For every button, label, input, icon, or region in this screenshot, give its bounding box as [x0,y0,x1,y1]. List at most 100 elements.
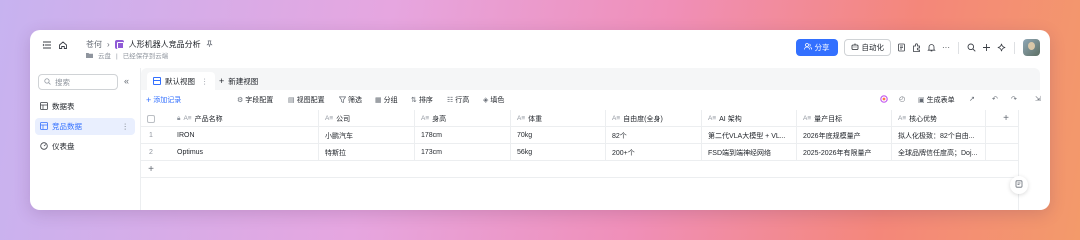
text-field-icon: A≡ [325,115,334,122]
avatar[interactable] [1023,39,1040,56]
divider [958,41,959,54]
column-header-company[interactable]: A≡ 公司 [319,110,415,127]
table-cell[interactable]: 173cm [415,144,511,161]
ai-assistant-button[interactable] [880,95,888,105]
generate-form-button[interactable]: ▣ 生成表单 [918,95,955,105]
sidebar-item-competitor-data[interactable]: 竞品数据 ⋮ [35,118,135,135]
column-header-product[interactable]: 🔒︎ A≡ 产品名称 [161,110,319,127]
gear-icon: ⚙ [237,97,244,104]
share-view-button[interactable]: ↗ [969,95,975,103]
table-cell[interactable]: 56kg [511,144,606,161]
plus-icon: + [219,76,225,86]
group-button[interactable]: ▦ 分组 [375,95,398,105]
checkbox[interactable] [147,114,155,123]
top-bar: 苍何 › 人形机器人竞品分析 云盘 | 已经保存到云端 分享 自动化 ··· [30,30,1050,68]
column-header-mass-production[interactable]: A≡ 量产目标 [797,110,892,127]
view-config-button[interactable]: ▤ 视图配置 [288,95,325,105]
table-cell[interactable]: 特斯拉 [319,144,415,161]
select-all-checkbox[interactable] [141,110,161,127]
sidebar-item-label: 数据表 [52,102,75,111]
text-field-icon: A≡ [517,115,526,122]
tab-default-view[interactable]: 默认视图 ⋮ [147,72,215,90]
new-view-button[interactable]: + 新建视图 [213,72,264,90]
document-info-icon[interactable] [897,43,906,52]
new-view-label: 新建视图 [228,76,259,86]
view-toolbar: + 添加记录 ⚙ 字段配置 ▤ 视图配置 筛选 ▦ 分组 ⇅ 排序 ☷ 行高 ◈… [141,90,1041,110]
ai-sparkle-icon[interactable] [997,43,1006,52]
column-header-weight[interactable]: A≡ 体重 [511,110,606,127]
table-cell[interactable]: 200+个 [606,144,702,161]
table-cell[interactable]: 2025-2026年有限量产 [797,144,892,161]
table-edge [1018,110,1019,210]
location-label[interactable]: 云盘 [98,51,111,62]
save-status: 已经保存到云端 [122,53,169,60]
notification-bell-icon[interactable] [927,43,936,52]
sort-icon: ⇅ [411,97,417,104]
fill-color-label: 填色 [490,97,505,104]
text-field-icon: A≡ [612,115,621,122]
column-header-core-advantage[interactable]: A≡ 核心优势 [892,110,986,127]
text-field-icon: A≡ [183,115,192,122]
breadcrumb-owner[interactable]: 苍何 [86,39,102,50]
column-header-dof[interactable]: A≡ 自由度(全身) [606,110,702,127]
search-icon[interactable] [967,43,976,52]
table-cell[interactable]: 178cm [415,127,511,144]
text-field-icon: A≡ [898,115,907,122]
redo-button[interactable]: ↷ [1011,95,1017,103]
table-cell[interactable]: 70kg [511,127,606,144]
sidebar-toggle-icon[interactable] [42,40,52,50]
field-config-button[interactable]: ⚙ 字段配置 [237,95,273,105]
fill-color-button[interactable]: ◈ 填色 [483,95,504,105]
paint-bucket-icon: ◈ [483,97,489,104]
more-options-icon[interactable]: ⋮ [201,77,209,86]
share-out-icon: ↗ [969,96,975,103]
more-options-icon[interactable]: ⋮ [122,122,130,131]
pin-icon[interactable] [206,39,213,50]
sidebar-item-data-table[interactable]: 数据表 [35,98,135,115]
add-record-button[interactable]: + 添加记录 [146,95,181,105]
row-height-button[interactable]: ☷ 行高 [447,95,469,105]
table-cell[interactable]: FSD端到端神经网络 [702,144,797,161]
table-cell[interactable]: 小鹏汽车 [319,127,415,144]
search-input[interactable]: 搜索 [38,74,118,90]
column-label: 身高 [432,115,447,123]
document-title[interactable]: 人形机器人竞品分析 [129,39,201,50]
view-config-label: 视图配置 [296,97,325,104]
table-cell[interactable]: 82个 [606,127,702,144]
sort-button[interactable]: ⇅ 排序 [411,95,433,105]
plugin-icon[interactable] [912,43,921,52]
table-cell[interactable]: 第二代VLA大模型 + VL... [702,127,797,144]
column-header-ai-architecture[interactable]: A≡ AI 架构 [702,110,797,127]
more-icon[interactable]: ··· [942,43,950,52]
ai-orb-icon [880,95,888,105]
add-row-button[interactable]: + [141,161,161,178]
lock-icon: 🔒︎ [177,114,181,122]
plus-icon: + [146,95,152,105]
table-row[interactable]: 2 Optimus 特斯拉 173cm 56kg 200+个 FSD端到端神经网… [141,144,1018,161]
table-row[interactable]: 1 IRON 小鹏汽车 178cm 70kg 82个 第二代VLA大模型 + V… [141,127,1018,144]
view-settings-icon: ▤ [288,97,295,104]
row-index: 2 [149,149,153,156]
table-cell[interactable]: 2026年底规模量产 [797,127,892,144]
ai-summary-floating-button[interactable] [1010,176,1028,194]
sidebar-item-dashboard[interactable]: 仪表盘 [35,138,135,155]
column-header-height[interactable]: A≡ 身高 [415,110,511,127]
row-height-label: 行高 [455,97,470,104]
home-icon[interactable] [58,40,68,50]
table-cell[interactable]: 拟人化极致：82个自由... [892,127,986,144]
form-icon: ▣ [918,97,925,104]
share-button[interactable]: 分享 [795,39,838,56]
table-cell[interactable]: 全球品牌信任度高；Doj... [892,144,986,161]
filter-button[interactable]: 筛选 [338,95,362,105]
undo-button[interactable]: ↶ [992,95,998,103]
collapse-sidebar-icon[interactable]: « [124,76,129,86]
add-icon[interactable] [982,43,991,52]
add-row[interactable]: + [141,161,1018,178]
add-column-button[interactable]: + [994,110,1018,127]
app-window: 苍何 › 人形机器人竞品分析 云盘 | 已经保存到云端 分享 自动化 ··· 搜… [30,30,1050,210]
history-button[interactable]: ◴ [899,95,905,103]
automation-button[interactable]: 自动化 [843,39,891,56]
table-cell[interactable]: Optimus [161,144,319,161]
table-cell[interactable]: IRON [161,127,319,144]
expand-button[interactable]: ⇲ [1035,95,1041,103]
